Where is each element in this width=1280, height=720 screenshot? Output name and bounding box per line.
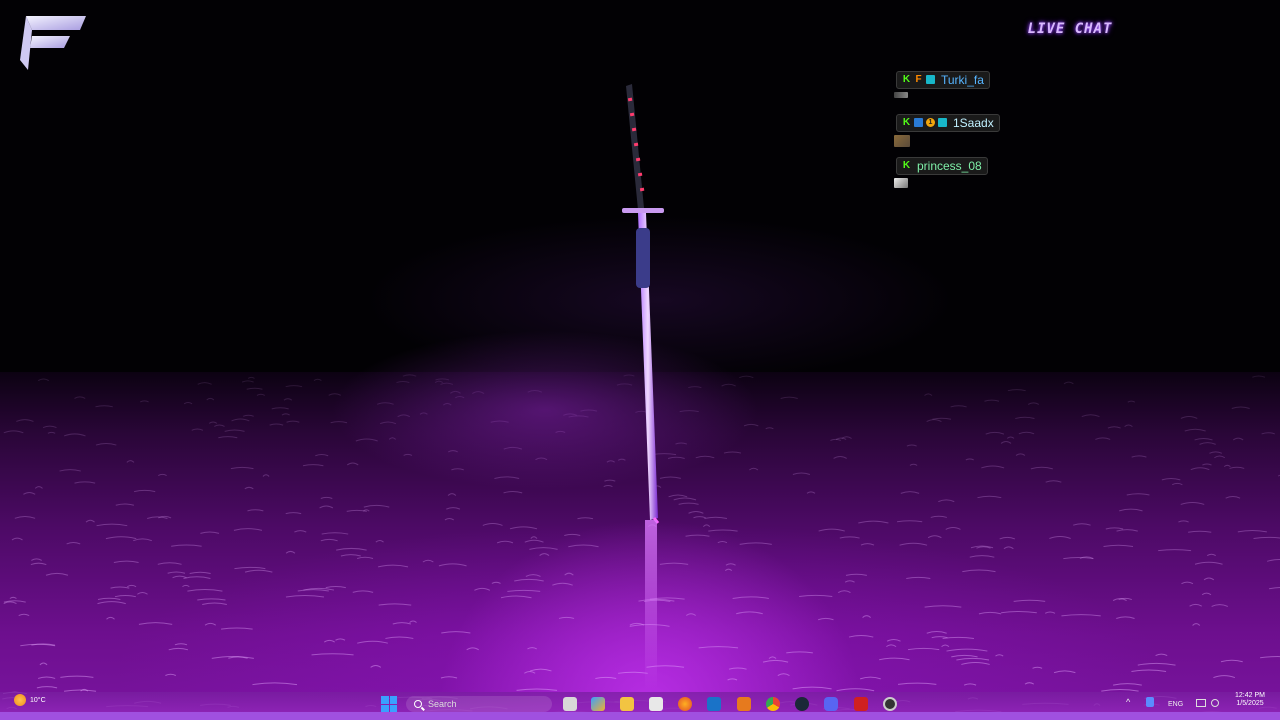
emote-icon [894,134,910,147]
chat-username: princess_08 [917,158,982,173]
clock-time: 12:42 PM [1235,692,1265,699]
language-indicator[interactable]: ENG [1168,701,1183,708]
taskbar-accent-bar [0,712,1280,720]
f-badge-icon: F [915,74,922,85]
emote-icon [894,91,908,98]
start-logo-icon [381,696,389,704]
chat-message: K F Turki_fa [894,69,990,98]
kick-badge-icon: K [902,74,911,85]
folder-icon[interactable] [620,697,634,711]
weather-sun-icon [14,694,26,706]
grid-badge-icon [938,118,947,127]
chat-username: Turki_fa [941,72,984,87]
file-explorer-icon[interactable] [563,697,577,711]
chat-username: 1Saadx [953,115,994,130]
chrome-icon[interactable] [766,697,780,711]
chevron-up-icon[interactable]: ^ [1126,697,1130,707]
taskbar-search-input[interactable]: Search [406,696,552,712]
chat-user-tag[interactable]: K 1 1Saadx [896,113,1000,132]
coin-badge-icon: 1 [926,118,935,127]
chat-message: K princess_08 [894,155,988,188]
volume-icon[interactable] [1211,699,1219,707]
grid-badge-icon [926,75,935,84]
discord-icon[interactable] [824,697,838,711]
desktop-wallpaper [0,0,1280,720]
system-clock[interactable]: 12:42 PM 1/5/2025 [1228,692,1272,708]
firefox-icon[interactable] [678,697,692,711]
start-logo-icon [389,704,397,712]
app-circle-icon[interactable] [883,697,897,711]
outlook-icon[interactable] [707,697,721,711]
app-icon[interactable] [737,697,751,711]
network-icon[interactable] [1196,699,1206,707]
tray-app-icon[interactable] [1146,697,1154,707]
start-logo-icon [389,696,397,704]
chat-message: K 1 1Saadx [894,112,1000,147]
kick-badge-icon: K [902,160,911,171]
purple-mist [330,330,760,490]
search-placeholder: Search [428,699,457,709]
weather-widget[interactable]: 10°C [14,694,46,706]
store-icon[interactable] [649,697,663,711]
blue-badge-icon [914,118,923,127]
chat-user-tag[interactable]: K princess_08 [896,156,988,175]
clock-date: 1/5/2025 [1236,700,1264,707]
app-red-icon[interactable] [854,697,868,711]
widgets-icon[interactable] [591,697,605,711]
search-icon [414,700,422,708]
katana-image [622,84,664,524]
emote-icon [894,177,908,188]
kick-badge-icon: K [902,117,911,128]
channel-logo-icon [20,16,86,70]
start-button[interactable] [381,696,397,712]
chat-user-tag[interactable]: K F Turki_fa [896,70,990,89]
sword-reflection [645,520,657,690]
start-logo-icon [381,704,389,712]
live-chat-title: LIVE CHAT [1027,21,1113,37]
weather-temp: 10°C [30,696,46,704]
steam-icon[interactable] [795,697,809,711]
